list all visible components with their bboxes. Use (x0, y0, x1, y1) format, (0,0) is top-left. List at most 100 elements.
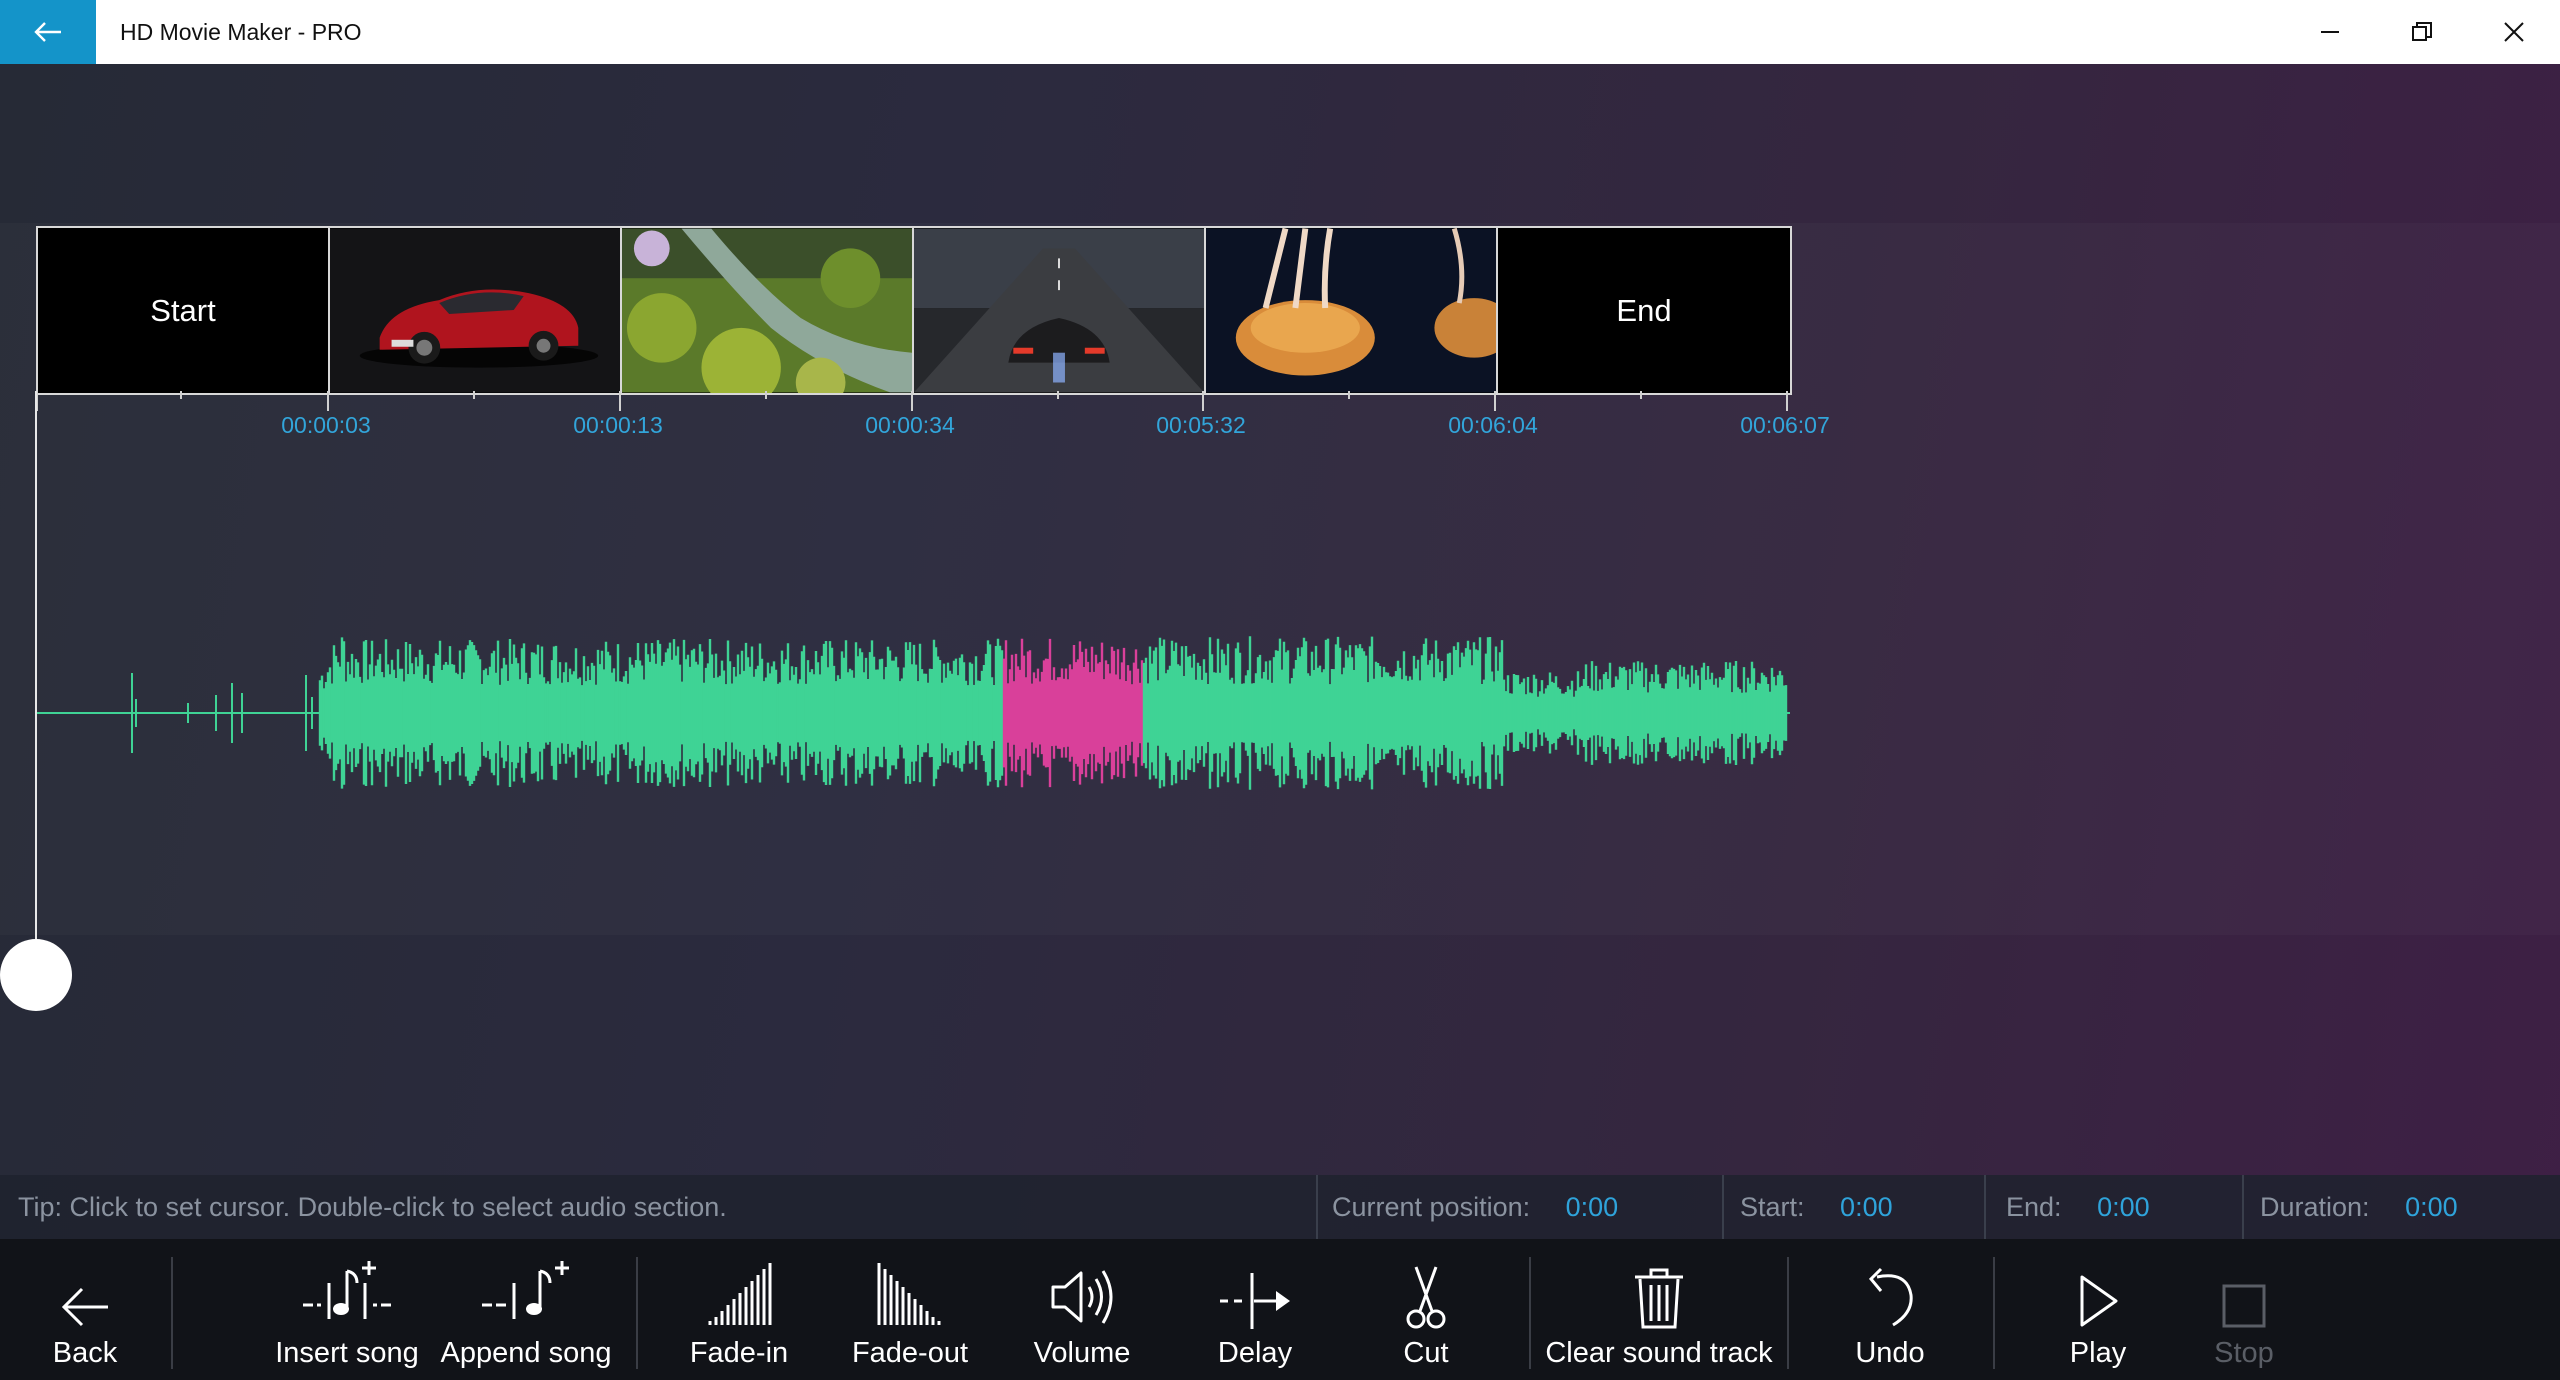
garden-stream-thumbnail (622, 228, 912, 393)
ruler-tick (619, 391, 621, 411)
start-position: Start: 0:00 (1740, 1175, 1893, 1239)
fade-in-label: Fade-in (689, 1337, 789, 1369)
time-label: 00:06:04 (1448, 412, 1538, 438)
volume-button[interactable]: Volume (1030, 1239, 1134, 1380)
fade-in-button[interactable]: Fade-in (680, 1239, 798, 1380)
time-label: 00:00:34 (865, 412, 955, 438)
red-car-thumbnail (330, 228, 620, 393)
undo-button[interactable]: Undo (1850, 1239, 1930, 1380)
audio-waveform[interactable] (36, 595, 1790, 835)
divider (1984, 1175, 1986, 1239)
time-label: 00:06:07 (1740, 412, 1830, 438)
stop-icon (2222, 1284, 2266, 1328)
ruler-tick (327, 391, 329, 411)
fade-in-icon (708, 1263, 772, 1325)
play-label: Play (2069, 1337, 2127, 1369)
restore-button[interactable] (2376, 0, 2468, 64)
clip-start-label: Start (150, 292, 216, 328)
start-label: Start: (1740, 1192, 1805, 1222)
current-position-value: 0:00 (1565, 1192, 1619, 1222)
arrow-left-icon (61, 1287, 108, 1327)
divider (1529, 1257, 1531, 1369)
delay-icon (1220, 1273, 1290, 1329)
fade-out-icon (877, 1263, 941, 1325)
ruler-tick (1057, 391, 1059, 399)
divider (1993, 1257, 1995, 1369)
end-value: 0:00 (2097, 1192, 2150, 1222)
clip-sports-car-road[interactable] (914, 228, 1206, 393)
ruler-tick (911, 391, 913, 411)
clear-sound-track-button[interactable]: Clear sound track (1545, 1239, 1773, 1380)
volume-label: Volume (1033, 1337, 1131, 1369)
clip-start[interactable]: Start (38, 228, 330, 393)
back-button[interactable]: Back (40, 1239, 130, 1380)
append-song-icon (482, 1261, 569, 1319)
divider (1316, 1175, 1318, 1239)
clip-garden-stream[interactable] (622, 228, 914, 393)
playhead-line (35, 391, 37, 939)
ruler-tick (180, 391, 182, 399)
close-icon (2504, 22, 2524, 42)
ruler-tick (1640, 391, 1642, 399)
clip-end[interactable]: End (1498, 228, 1790, 393)
insert-song-icon (303, 1261, 391, 1319)
volume-icon (1051, 1270, 1113, 1324)
ruler-tick (1494, 391, 1496, 411)
play-icon (2080, 1275, 2118, 1327)
delay-button[interactable]: Delay (1210, 1239, 1300, 1380)
divider (171, 1257, 173, 1369)
append-song-button[interactable]: Append song (440, 1239, 612, 1380)
insert-song-button[interactable]: Insert song (272, 1239, 422, 1380)
clip-jellyfish[interactable] (1206, 228, 1498, 393)
clip-strip: Start End (36, 226, 1792, 395)
playhead-handle[interactable] (0, 939, 72, 1011)
clip-end-label: End (1616, 292, 1672, 328)
restore-icon (2412, 22, 2432, 41)
cut-button[interactable]: Cut (1396, 1239, 1456, 1380)
ruler-tick (1348, 391, 1350, 399)
clip-red-car[interactable] (330, 228, 622, 393)
ruler-tick (1786, 391, 1788, 411)
append-song-label: Append song (440, 1337, 612, 1369)
ruler-tick (473, 391, 475, 399)
ruler-tick (765, 391, 767, 399)
time-ruler (36, 391, 1790, 411)
duration-label: Duration: (2260, 1192, 2370, 1222)
trash-icon (1635, 1268, 1683, 1329)
current-position: Current position: 0:00 (1332, 1175, 1618, 1239)
time-label: 00:00:13 (573, 412, 663, 438)
fade-out-label: Fade-out (851, 1337, 969, 1369)
sports-car-road-thumbnail (914, 228, 1204, 393)
title-back-button[interactable] (0, 0, 96, 64)
divider (1787, 1257, 1789, 1369)
fade-out-button[interactable]: Fade-out (846, 1239, 974, 1380)
jellyfish-thumbnail (1206, 228, 1496, 393)
time-label: 00:00:03 (281, 412, 371, 438)
undo-label: Undo (1855, 1337, 1925, 1369)
arrow-left-icon (34, 22, 61, 42)
divider (1722, 1175, 1724, 1239)
undo-icon (1868, 1267, 1913, 1327)
tip-text: Tip: Click to set cursor. Double-click t… (18, 1192, 727, 1222)
minimize-button[interactable] (2284, 0, 2376, 64)
scissors-icon (1406, 1266, 1446, 1329)
start-value: 0:00 (1840, 1192, 1893, 1222)
status-bar: Tip: Click to set cursor. Double-click t… (0, 1175, 2560, 1239)
duration: Duration: 0:00 (2260, 1175, 2458, 1239)
end-label: End: (2006, 1192, 2062, 1222)
stop-button[interactable]: Stop (2206, 1239, 2282, 1380)
time-label: 00:05:32 (1156, 412, 1246, 438)
minimize-icon (2321, 31, 2339, 33)
back-label: Back (52, 1337, 118, 1369)
play-button[interactable]: Play (2060, 1239, 2136, 1380)
ruler-tick (1202, 391, 1204, 411)
bottom-toolbar: Back Insert song Append song Fade-in Fad… (0, 1239, 2560, 1380)
title-bar: HD Movie Maker - PRO (0, 0, 2560, 64)
close-button[interactable] (2468, 0, 2560, 64)
insert-song-label: Insert song (275, 1337, 419, 1369)
delay-label: Delay (1217, 1337, 1293, 1369)
end-position: End: 0:00 (2006, 1175, 2150, 1239)
divider (636, 1257, 638, 1369)
clear-sound-track-label: Clear sound track (1545, 1337, 1773, 1369)
cut-label: Cut (1403, 1337, 1449, 1369)
